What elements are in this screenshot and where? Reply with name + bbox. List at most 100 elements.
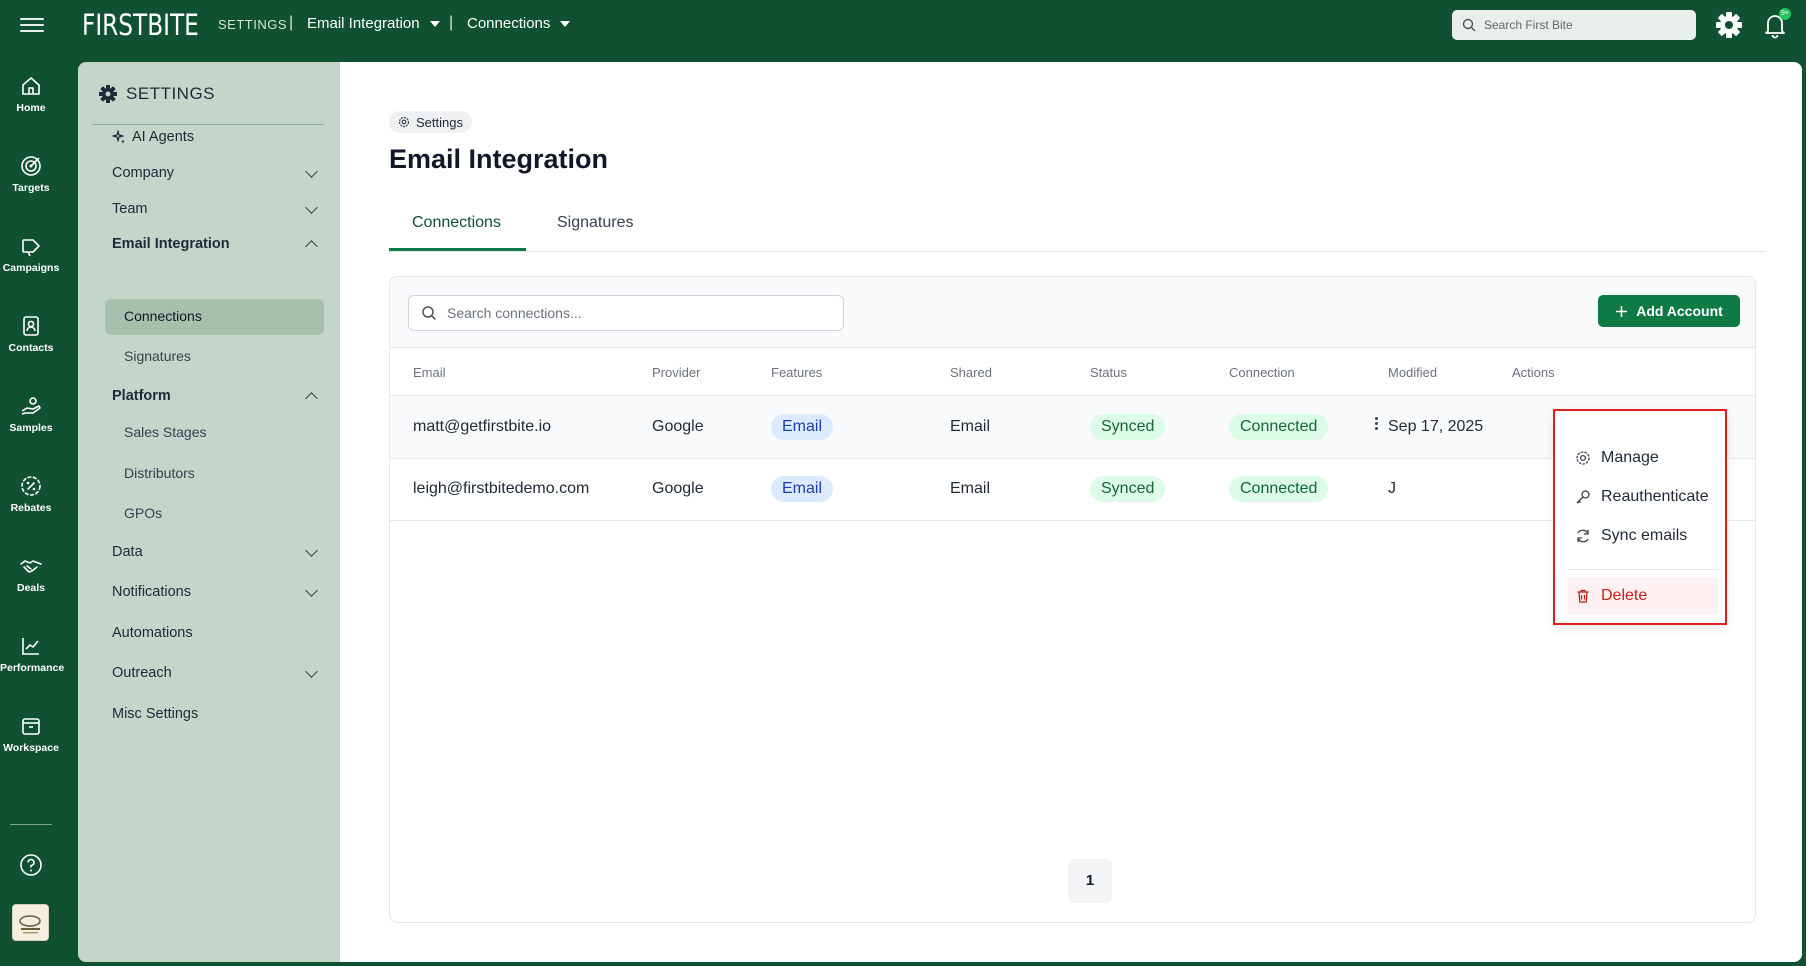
avatar[interactable] (12, 904, 49, 941)
rail-label: Performance (0, 662, 65, 674)
gear-icon (398, 116, 410, 128)
sidebar-item-misc-settings[interactable]: Misc Settings (112, 706, 322, 722)
sidebar-item-ai-agents[interactable]: AI Agents (112, 129, 322, 145)
column-header-shared[interactable]: Shared (950, 365, 992, 380)
chevron-up-icon (305, 391, 318, 405)
rail-contacts[interactable]: Contacts (0, 314, 62, 354)
sidebar-item-distributors[interactable]: Distributors (124, 465, 195, 481)
table-header: Email Provider Features Shared Status Co… (390, 348, 1755, 396)
sidebar-item-sales-stages[interactable]: Sales Stages (124, 424, 207, 440)
breadcrumb-separator: | (449, 14, 454, 31)
rail-divider (10, 824, 52, 825)
rail-campaigns[interactable]: Campaigns (0, 234, 62, 274)
logo[interactable]: FIRSTBITE (82, 8, 199, 42)
connection-badge: Connected (1229, 476, 1329, 502)
rail-performance[interactable]: Performance (0, 634, 65, 674)
sidebar-item-label: Misc Settings (112, 706, 199, 722)
caret-down-icon (560, 20, 571, 27)
column-header-email[interactable]: Email (413, 365, 446, 380)
add-account-button[interactable]: Add Account (1598, 295, 1740, 327)
more-actions-icon[interactable] (1375, 415, 1379, 432)
rail-label: Workspace (3, 742, 59, 754)
tab-connections[interactable]: Connections (412, 214, 501, 232)
column-header-modified[interactable]: Modified (1388, 365, 1437, 380)
rail-deals[interactable]: Deals (0, 554, 62, 594)
row-actions-menu: Manage Reauthenticate Sync emails Delete (1553, 409, 1727, 625)
avatar-logo-icon (19, 915, 41, 934)
menu-item-sync-emails[interactable]: Sync emails (1567, 517, 1719, 555)
connections-search[interactable] (408, 295, 844, 331)
column-header-features[interactable]: Features (771, 365, 822, 380)
settings-panel-header: SETTINGS (98, 84, 215, 104)
pagination-page-1[interactable]: 1 (1068, 859, 1112, 903)
rail-home[interactable]: Home (0, 74, 62, 114)
sidebar-item-company[interactable]: Company (112, 164, 322, 181)
menu-item-delete[interactable]: Delete (1567, 577, 1719, 615)
sidebar-item-label: Data (112, 544, 143, 560)
global-search[interactable] (1452, 10, 1696, 40)
global-search-input[interactable] (1484, 18, 1684, 32)
gear-icon[interactable] (1714, 10, 1744, 40)
settings-panel: SETTINGS AI Agents Company Team Email In… (78, 62, 340, 962)
chevron-up-icon (305, 239, 318, 253)
cell-modified: Sep 17, 2025 (1388, 418, 1484, 435)
sidebar-item-notifications[interactable]: Notifications (112, 583, 322, 600)
menu-item-manage[interactable]: Manage (1567, 439, 1719, 477)
chevron-down-icon (305, 543, 318, 557)
rail-workspace[interactable]: Workspace (0, 714, 62, 754)
sidebar-item-label: Team (112, 201, 148, 217)
features-badge: Email (771, 476, 834, 502)
rail-label: Home (16, 102, 46, 114)
breadcrumb-email-integration[interactable]: Email Integration (307, 15, 440, 32)
sidebar-item-team[interactable]: Team (112, 200, 322, 217)
sidebar-item-data[interactable]: Data (112, 543, 322, 560)
contacts-icon (23, 316, 39, 336)
handshake-icon (20, 560, 42, 573)
sidebar-item-label: Email Integration (112, 236, 230, 252)
column-header-actions: Actions (1512, 365, 1555, 380)
table-row[interactable]: leigh@firstbitedemo.com Google Email Ema… (390, 459, 1755, 521)
sidebar-item-outreach[interactable]: Outreach (112, 664, 322, 681)
target-icon (21, 156, 41, 176)
rail-rebates[interactable]: Rebates (0, 474, 62, 514)
column-header-connection[interactable]: Connection (1229, 365, 1295, 380)
menu-item-label: Delete (1601, 587, 1648, 604)
cell-modified: J (1388, 480, 1396, 497)
sidebar-item-label: Company (112, 165, 175, 181)
column-header-provider[interactable]: Provider (652, 365, 700, 380)
sidebar-item-automations[interactable]: Automations (112, 625, 322, 641)
card-toolbar: Add Account (390, 277, 1755, 348)
status-badge: Synced (1090, 476, 1166, 502)
sparkles-icon (112, 130, 125, 144)
column-header-status[interactable]: Status (1090, 365, 1127, 380)
table-row[interactable]: matt@getfirstbite.io Google Email Email … (390, 397, 1755, 459)
left-rail: Home Targets Campaigns Contacts Samples … (0, 62, 78, 966)
rail-label: Contacts (8, 342, 54, 354)
cell-shared: Email (950, 418, 991, 435)
connections-search-input[interactable] (447, 305, 827, 321)
tab-signatures[interactable]: Signatures (557, 214, 634, 232)
hamburger-menu-icon[interactable] (20, 14, 44, 36)
menu-item-label: Reauthenticate (1601, 488, 1709, 505)
hand-icon (21, 397, 41, 415)
rail-samples[interactable]: Samples (0, 394, 62, 434)
sidebar-item-platform[interactable]: Platform (112, 388, 322, 405)
help-icon[interactable] (18, 852, 44, 878)
sidebar-item-connections[interactable]: Connections (124, 308, 202, 324)
settings-pill[interactable]: Settings (389, 111, 472, 133)
menu-item-reauthenticate[interactable]: Reauthenticate (1567, 478, 1719, 516)
rail-label: Deals (16, 582, 46, 594)
breadcrumb-connections[interactable]: Connections (467, 15, 571, 32)
sidebar-item-signatures[interactable]: Signatures (124, 348, 191, 364)
breadcrumb-label: Connections (467, 15, 551, 32)
cell-email: matt@getfirstbite.io (413, 418, 552, 435)
gear-icon (1576, 451, 1590, 465)
sidebar-item-email-integration[interactable]: Email Integration (112, 236, 322, 253)
refresh-icon (1577, 529, 1589, 543)
status-badge: Synced (1090, 414, 1166, 440)
home-icon (22, 77, 40, 95)
percent-badge-icon (21, 476, 41, 496)
sidebar-item-gpos[interactable]: GPOs (124, 505, 162, 521)
rail-targets[interactable]: Targets (0, 154, 62, 194)
page-title: Email Integration (389, 144, 609, 174)
